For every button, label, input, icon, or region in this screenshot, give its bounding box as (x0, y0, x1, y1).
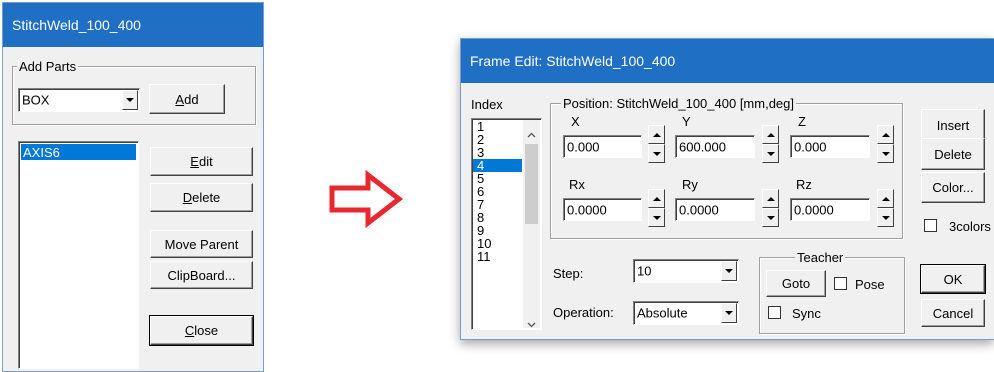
edit-button-label: dit (198, 154, 213, 169)
step-label: Step: (553, 266, 584, 281)
delete-frame-button[interactable]: Delete (921, 138, 985, 170)
insert-button[interactable]: Insert (921, 109, 985, 141)
spin-down-icon[interactable] (877, 208, 894, 227)
sync-checkbox[interactable] (768, 306, 781, 319)
chevron-down-icon[interactable] (721, 261, 737, 281)
color-button[interactable]: Color... (921, 172, 985, 203)
close-button-mnemonic: C (184, 323, 195, 338)
add-button-mnemonic: A (175, 91, 185, 107)
rz-spinner[interactable] (877, 189, 894, 227)
spin-up-icon[interactable] (648, 189, 665, 208)
position-group-label: Position: StitchWeld_100_400 [mm,deg] (561, 96, 797, 111)
frame-edit-window: Frame Edit: StitchWeld_100_400 Index 1 2… (460, 38, 994, 340)
three-colors-label: 3colors (949, 219, 991, 234)
y-field[interactable]: 600.000 (675, 135, 755, 158)
x-label: X (571, 114, 580, 129)
rz-label: Rz (796, 177, 812, 192)
delete-button[interactable]: Delete (150, 183, 253, 212)
index-label: Index (471, 97, 503, 112)
ry-label: Ry (682, 177, 698, 192)
pose-checkbox[interactable] (834, 277, 847, 290)
spin-down-icon[interactable] (648, 144, 665, 163)
spin-up-icon[interactable] (648, 125, 665, 144)
list-item-label: AXIS6 (23, 145, 60, 160)
sync-label: Sync (792, 306, 821, 321)
frame-edit-titlebar: Frame Edit: StitchWeld_100_400 (461, 39, 994, 83)
right-arrow-icon (329, 170, 404, 228)
spin-down-icon[interactable] (648, 208, 665, 227)
scrollbar-thumb[interactable] (525, 144, 538, 224)
teacher-group-label: Teacher (795, 250, 846, 265)
parts-window-title: StitchWeld_100_400 (12, 17, 141, 33)
step-dropdown[interactable]: 10 (633, 259, 739, 283)
index-scrollbar[interactable] (523, 120, 540, 328)
x-field[interactable]: 0.000 (563, 135, 642, 158)
add-button-label: dd (184, 91, 199, 107)
three-colors-checkbox[interactable] (924, 219, 937, 232)
clipboard-button[interactable]: ClipBoard... (150, 261, 253, 289)
rx-label: Rx (569, 177, 585, 192)
operation-label: Operation: (553, 305, 614, 320)
y-spinner[interactable] (762, 125, 779, 163)
frame-edit-title: Frame Edit: StitchWeld_100_400 (470, 53, 676, 69)
ry-spinner[interactable] (762, 189, 779, 227)
parts-window-titlebar: StitchWeld_100_400 (3, 3, 263, 47)
scroll-down-icon[interactable] (527, 316, 536, 328)
step-value: 10 (637, 263, 652, 279)
spin-down-icon[interactable] (762, 208, 779, 227)
rx-spinner[interactable] (648, 189, 665, 227)
rz-field[interactable]: 0.0000 (790, 198, 870, 221)
z-field[interactable]: 0.000 (790, 135, 870, 158)
z-label: Z (798, 114, 806, 129)
add-button[interactable]: Add (149, 84, 225, 114)
parts-window: StitchWeld_100_400 Add Parts BOX Add AXI… (2, 2, 264, 372)
spin-up-icon[interactable] (877, 189, 894, 208)
spin-down-icon[interactable] (762, 144, 779, 163)
ry-field[interactable]: 0.0000 (675, 198, 755, 221)
operation-value: Absolute (637, 305, 688, 321)
spin-down-icon[interactable] (877, 144, 894, 163)
z-spinner[interactable] (877, 125, 894, 163)
x-spinner[interactable] (648, 125, 665, 163)
delete-button-label: elete (192, 190, 221, 205)
y-label: Y (682, 114, 691, 129)
move-parent-button[interactable]: Move Parent (150, 230, 253, 258)
pose-label: Pose (855, 277, 885, 292)
spin-up-icon[interactable] (762, 189, 779, 208)
list-item[interactable]: AXIS6 (21, 144, 136, 160)
ok-button[interactable]: OK (920, 264, 986, 294)
list-item[interactable]: 10 (473, 237, 522, 250)
list-item[interactable]: 11 (473, 250, 522, 263)
chevron-down-icon[interactable] (721, 303, 737, 323)
operation-dropdown[interactable]: Absolute (633, 301, 739, 325)
spin-up-icon[interactable] (877, 125, 894, 144)
add-parts-group-label: Add Parts (17, 59, 79, 74)
chevron-down-icon[interactable] (122, 90, 138, 110)
spin-up-icon[interactable] (762, 125, 779, 144)
scroll-up-icon[interactable] (527, 126, 536, 138)
delete-button-mnemonic: D (182, 190, 193, 205)
cancel-button[interactable]: Cancel (921, 299, 985, 327)
part-type-value: BOX (22, 92, 50, 108)
goto-button[interactable]: Goto (766, 270, 826, 297)
parts-listbox[interactable]: AXIS6 (18, 141, 139, 369)
part-type-dropdown[interactable]: BOX (18, 88, 140, 112)
rx-field[interactable]: 0.0000 (563, 198, 642, 221)
close-button[interactable]: Close (149, 315, 254, 346)
edit-button[interactable]: Edit (150, 147, 253, 176)
close-button-label: lose (194, 323, 219, 338)
edit-button-mnemonic: E (190, 154, 199, 169)
index-listbox[interactable]: 1 2 3 4 5 6 7 8 9 10 11 (471, 118, 542, 330)
